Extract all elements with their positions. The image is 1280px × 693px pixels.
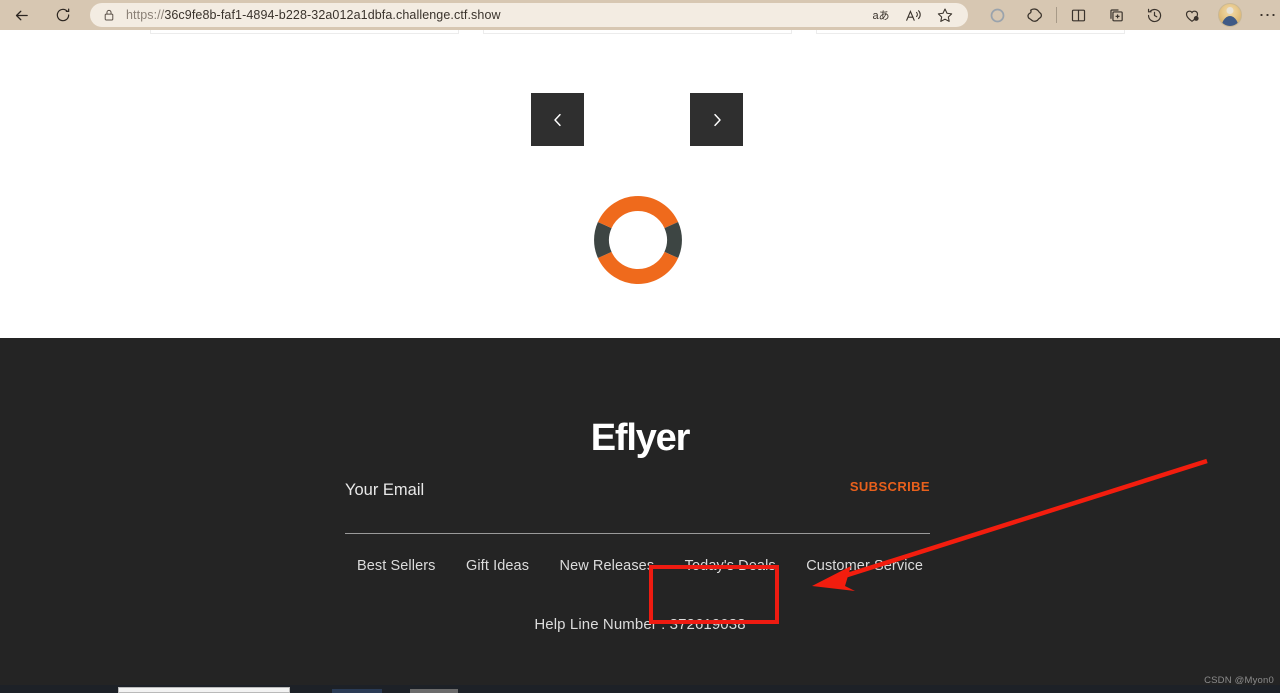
settings-more-icon[interactable]: ⋯ bbox=[1249, 0, 1280, 30]
carousel-prev-button[interactable] bbox=[531, 93, 584, 146]
reload-button[interactable] bbox=[48, 2, 78, 28]
taskbar-item[interactable] bbox=[410, 689, 458, 693]
avatar bbox=[1218, 3, 1242, 27]
email-input[interactable] bbox=[345, 475, 775, 505]
url-scheme: https:// bbox=[126, 8, 165, 22]
star-glyph bbox=[937, 8, 953, 22]
back-arrow-icon bbox=[15, 10, 28, 20]
product-cards-row bbox=[150, 30, 1125, 34]
loading-spinner-icon bbox=[594, 196, 682, 284]
address-bar-actions: aあ bbox=[866, 4, 960, 26]
subscribe-button[interactable]: SUBSCRIBE bbox=[850, 479, 930, 494]
lock-icon bbox=[104, 9, 114, 21]
footer-link-new-releases[interactable]: New Releases bbox=[560, 558, 655, 574]
product-card[interactable] bbox=[483, 30, 792, 34]
footer-link-todays-deals[interactable]: Today's Deals bbox=[685, 558, 776, 574]
newsletter-form: SUBSCRIBE bbox=[345, 475, 930, 511]
browser-toolbar: https://36c9fe8b-faf1-4894-b228-32a012a1… bbox=[0, 0, 1280, 30]
copilot-glyph bbox=[1027, 8, 1043, 22]
footer-nav: Best Sellers Gift Ideas New Releases Tod… bbox=[0, 557, 1280, 575]
favorites-star-icon[interactable] bbox=[930, 4, 960, 26]
footer-link-best-sellers[interactable]: Best Sellers bbox=[357, 558, 436, 574]
reload-icon bbox=[56, 8, 70, 22]
toolbar-separator bbox=[1056, 7, 1057, 23]
copilot-icon[interactable] bbox=[1016, 0, 1054, 30]
loading-spinner bbox=[594, 196, 682, 284]
product-card[interactable] bbox=[150, 30, 459, 34]
collections-glyph bbox=[1109, 8, 1123, 21]
newsletter-underline bbox=[345, 533, 930, 534]
loading-circle-glyph bbox=[990, 8, 1004, 22]
history-glyph bbox=[1147, 8, 1161, 22]
address-bar[interactable]: https://36c9fe8b-faf1-4894-b228-32a012a1… bbox=[90, 3, 968, 27]
carousel-controls bbox=[0, 93, 1280, 146]
browser-actions: ⋯ bbox=[978, 0, 1280, 30]
chevron-right-icon bbox=[713, 113, 721, 126]
site-footer: Eflyer SUBSCRIBE Best Sellers Gift Ideas… bbox=[0, 338, 1280, 685]
footer-link-customer-service[interactable]: Customer Service bbox=[806, 558, 923, 574]
url-text: https://36c9fe8b-faf1-4894-b228-32a012a1… bbox=[126, 8, 866, 22]
history-icon[interactable] bbox=[1135, 0, 1173, 30]
product-card[interactable] bbox=[816, 30, 1125, 34]
read-aloud-icon[interactable] bbox=[898, 4, 928, 26]
os-taskbar bbox=[0, 685, 1280, 693]
split-screen-glyph bbox=[1071, 9, 1085, 21]
watermark-text: CSDN @Myon0 bbox=[1204, 675, 1274, 686]
split-screen-icon[interactable] bbox=[1059, 0, 1097, 30]
browser-essentials-icon[interactable] bbox=[1173, 0, 1211, 30]
footer-link-gift-ideas[interactable]: Gift Ideas bbox=[466, 558, 529, 574]
help-line-number: Help Line Number : 372619038 bbox=[534, 616, 746, 633]
translate-icon[interactable]: aあ bbox=[866, 4, 896, 26]
page-content: Eflyer SUBSCRIBE Best Sellers Gift Ideas… bbox=[0, 30, 1280, 685]
back-button[interactable] bbox=[6, 2, 36, 28]
carousel-next-button[interactable] bbox=[690, 93, 743, 146]
loading-circle-icon[interactable] bbox=[978, 0, 1016, 30]
translate-glyph: aあ bbox=[872, 10, 890, 22]
taskbar-window-preview[interactable] bbox=[118, 687, 290, 693]
profile-avatar-icon[interactable] bbox=[1211, 0, 1249, 30]
chevron-left-icon bbox=[553, 113, 561, 126]
collections-icon[interactable] bbox=[1097, 0, 1135, 30]
url-host: 36c9fe8b-faf1-4894-b228-32a012a1dbfa.cha… bbox=[164, 8, 501, 22]
read-aloud-glyph bbox=[905, 9, 921, 21]
taskbar-item[interactable] bbox=[332, 689, 382, 693]
browser-essentials-glyph bbox=[1185, 10, 1199, 22]
footer-logo: Eflyer bbox=[590, 417, 691, 459]
